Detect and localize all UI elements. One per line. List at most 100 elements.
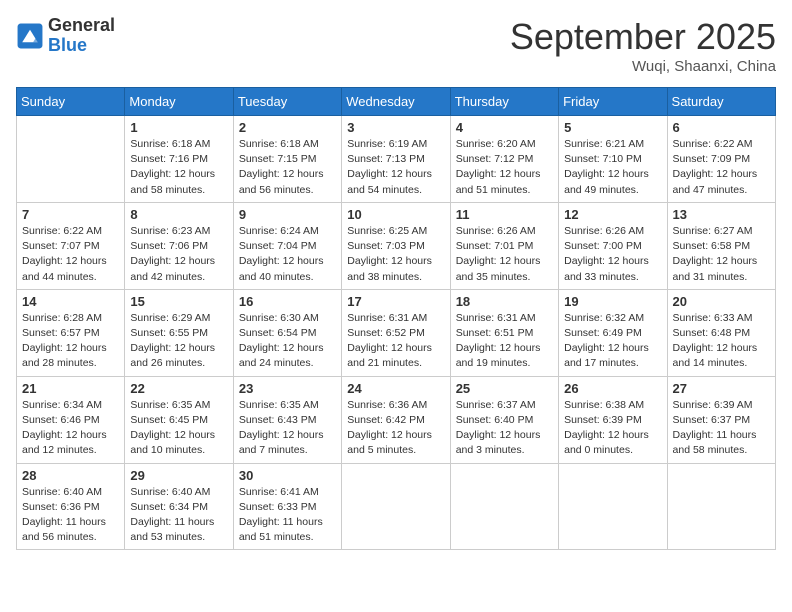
logo-general: General (48, 15, 115, 35)
day-number: 28 (22, 468, 119, 483)
calendar-table: SundayMondayTuesdayWednesdayThursdayFrid… (16, 87, 776, 550)
day-number: 16 (239, 294, 336, 309)
day-info: Sunrise: 6:19 AM Sunset: 7:13 PM Dayligh… (347, 137, 444, 198)
week-row-1: 1 Sunrise: 6:18 AM Sunset: 7:16 PM Daylig… (17, 116, 776, 203)
day-number: 22 (130, 381, 227, 396)
week-row-4: 21 Sunrise: 6:34 AM Sunset: 6:46 PM Dayli… (17, 376, 776, 463)
day-info: Sunrise: 6:18 AM Sunset: 7:16 PM Dayligh… (130, 137, 227, 198)
day-info: Sunrise: 6:34 AM Sunset: 6:46 PM Dayligh… (22, 398, 119, 459)
day-number: 6 (673, 120, 770, 135)
day-number: 13 (673, 207, 770, 222)
calendar-cell: 13 Sunrise: 6:27 AM Sunset: 6:58 PM Dayli… (667, 202, 775, 289)
week-row-3: 14Sunrise: 6:28 AM Sunset: 6:57 PM Dayli… (17, 289, 776, 376)
day-info: Sunrise: 6:40 AM Sunset: 6:34 PM Dayligh… (130, 485, 227, 546)
day-number: 27 (673, 381, 770, 396)
weekday-header-tuesday: Tuesday (233, 88, 341, 116)
day-number: 21 (22, 381, 119, 396)
page-header: General Blue September 2025 Wuqi, Shaanx… (16, 16, 776, 75)
day-info: Sunrise: 6:21 AM Sunset: 7:10 PM Dayligh… (564, 137, 661, 198)
location: Wuqi, Shaanxi, China (510, 58, 776, 75)
day-number: 11 (456, 207, 553, 222)
day-number: 19 (564, 294, 661, 309)
logo-text: General Blue (48, 16, 115, 56)
day-number: 2 (239, 120, 336, 135)
day-number: 8 (130, 207, 227, 222)
calendar-cell: 9Sunrise: 6:24 AM Sunset: 7:04 PM Daylig… (233, 202, 341, 289)
day-number: 23 (239, 381, 336, 396)
day-number: 24 (347, 381, 444, 396)
weekday-header-monday: Monday (125, 88, 233, 116)
weekday-header-sunday: Sunday (17, 88, 125, 116)
day-info: Sunrise: 6:20 AM Sunset: 7:12 PM Dayligh… (456, 137, 553, 198)
day-number: 9 (239, 207, 336, 222)
calendar-cell (667, 463, 775, 550)
day-info: Sunrise: 6:32 AM Sunset: 6:49 PM Dayligh… (564, 311, 661, 372)
calendar-cell (450, 463, 558, 550)
calendar-cell: 23 Sunrise: 6:35 AM Sunset: 6:43 PM Dayli… (233, 376, 341, 463)
calendar-cell: 28 Sunrise: 6:40 AM Sunset: 6:36 PM Dayli… (17, 463, 125, 550)
day-number: 26 (564, 381, 661, 396)
logo-blue: Blue (48, 35, 87, 55)
day-number: 18 (456, 294, 553, 309)
calendar-cell (342, 463, 450, 550)
day-info: Sunrise: 6:39 AM Sunset: 6:37 PM Dayligh… (673, 398, 770, 459)
calendar-cell: 22Sunrise: 6:35 AM Sunset: 6:45 PM Dayli… (125, 376, 233, 463)
day-number: 4 (456, 120, 553, 135)
day-info: Sunrise: 6:22 AM Sunset: 7:09 PM Dayligh… (673, 137, 770, 198)
month-title: September 2025 (510, 16, 776, 58)
calendar-cell: 18 Sunrise: 6:31 AM Sunset: 6:51 PM Dayli… (450, 289, 558, 376)
day-info: Sunrise: 6:33 AM Sunset: 6:48 PM Dayligh… (673, 311, 770, 372)
calendar-cell: 27 Sunrise: 6:39 AM Sunset: 6:37 PM Dayli… (667, 376, 775, 463)
calendar-cell: 11 Sunrise: 6:26 AM Sunset: 7:01 PM Dayli… (450, 202, 558, 289)
calendar-cell: 4 Sunrise: 6:20 AM Sunset: 7:12 PM Daylig… (450, 116, 558, 203)
calendar-cell: 25Sunrise: 6:37 AM Sunset: 6:40 PM Dayli… (450, 376, 558, 463)
day-info: Sunrise: 6:35 AM Sunset: 6:43 PM Dayligh… (239, 398, 336, 459)
calendar-cell: 14Sunrise: 6:28 AM Sunset: 6:57 PM Dayli… (17, 289, 125, 376)
week-row-5: 28 Sunrise: 6:40 AM Sunset: 6:36 PM Dayli… (17, 463, 776, 550)
logo: General Blue (16, 16, 115, 56)
weekday-header-saturday: Saturday (667, 88, 775, 116)
day-info: Sunrise: 6:36 AM Sunset: 6:42 PM Dayligh… (347, 398, 444, 459)
day-number: 29 (130, 468, 227, 483)
day-info: Sunrise: 6:38 AM Sunset: 6:39 PM Dayligh… (564, 398, 661, 459)
calendar-cell: 10 Sunrise: 6:25 AM Sunset: 7:03 PM Dayli… (342, 202, 450, 289)
day-info: Sunrise: 6:29 AM Sunset: 6:55 PM Dayligh… (130, 311, 227, 372)
calendar-cell: 21 Sunrise: 6:34 AM Sunset: 6:46 PM Dayli… (17, 376, 125, 463)
weekday-header-row: SundayMondayTuesdayWednesdayThursdayFrid… (17, 88, 776, 116)
day-number: 15 (130, 294, 227, 309)
calendar-cell: 1 Sunrise: 6:18 AM Sunset: 7:16 PM Daylig… (125, 116, 233, 203)
day-number: 12 (564, 207, 661, 222)
day-info: Sunrise: 6:31 AM Sunset: 6:51 PM Dayligh… (456, 311, 553, 372)
day-info: Sunrise: 6:26 AM Sunset: 7:01 PM Dayligh… (456, 224, 553, 285)
calendar-cell: 16 Sunrise: 6:30 AM Sunset: 6:54 PM Dayli… (233, 289, 341, 376)
day-number: 1 (130, 120, 227, 135)
calendar-cell: 2 Sunrise: 6:18 AM Sunset: 7:15 PM Daylig… (233, 116, 341, 203)
day-info: Sunrise: 6:31 AM Sunset: 6:52 PM Dayligh… (347, 311, 444, 372)
weekday-header-thursday: Thursday (450, 88, 558, 116)
calendar-cell (17, 116, 125, 203)
weekday-header-friday: Friday (559, 88, 667, 116)
calendar-cell: 29 Sunrise: 6:40 AM Sunset: 6:34 PM Dayli… (125, 463, 233, 550)
day-info: Sunrise: 6:25 AM Sunset: 7:03 PM Dayligh… (347, 224, 444, 285)
calendar-cell: 19 Sunrise: 6:32 AM Sunset: 6:49 PM Dayli… (559, 289, 667, 376)
calendar-cell: 3 Sunrise: 6:19 AM Sunset: 7:13 PM Daylig… (342, 116, 450, 203)
day-number: 10 (347, 207, 444, 222)
calendar-cell: 5Sunrise: 6:21 AM Sunset: 7:10 PM Daylig… (559, 116, 667, 203)
calendar-cell: 17Sunrise: 6:31 AM Sunset: 6:52 PM Dayli… (342, 289, 450, 376)
calendar-cell: 26 Sunrise: 6:38 AM Sunset: 6:39 PM Dayli… (559, 376, 667, 463)
calendar-cell: 7 Sunrise: 6:22 AM Sunset: 7:07 PM Daylig… (17, 202, 125, 289)
day-number: 3 (347, 120, 444, 135)
day-number: 7 (22, 207, 119, 222)
calendar-cell: 20 Sunrise: 6:33 AM Sunset: 6:48 PM Dayli… (667, 289, 775, 376)
day-info: Sunrise: 6:23 AM Sunset: 7:06 PM Dayligh… (130, 224, 227, 285)
day-info: Sunrise: 6:40 AM Sunset: 6:36 PM Dayligh… (22, 485, 119, 546)
calendar-cell: 8 Sunrise: 6:23 AM Sunset: 7:06 PM Daylig… (125, 202, 233, 289)
day-info: Sunrise: 6:27 AM Sunset: 6:58 PM Dayligh… (673, 224, 770, 285)
day-info: Sunrise: 6:18 AM Sunset: 7:15 PM Dayligh… (239, 137, 336, 198)
day-info: Sunrise: 6:30 AM Sunset: 6:54 PM Dayligh… (239, 311, 336, 372)
calendar-cell: 12 Sunrise: 6:26 AM Sunset: 7:00 PM Dayli… (559, 202, 667, 289)
day-info: Sunrise: 6:22 AM Sunset: 7:07 PM Dayligh… (22, 224, 119, 285)
day-number: 20 (673, 294, 770, 309)
day-info: Sunrise: 6:28 AM Sunset: 6:57 PM Dayligh… (22, 311, 119, 372)
day-info: Sunrise: 6:26 AM Sunset: 7:00 PM Dayligh… (564, 224, 661, 285)
